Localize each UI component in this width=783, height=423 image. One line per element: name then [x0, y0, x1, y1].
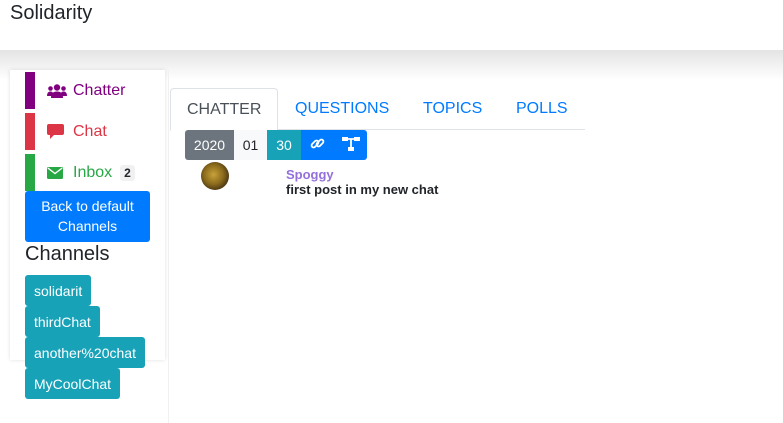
date-navigator: 2020 01 30: [185, 130, 367, 160]
envelope-icon: [47, 165, 67, 181]
nav-inbox-label: Inbox: [73, 163, 113, 181]
users-icon: [47, 83, 67, 99]
tab-questions[interactable]: QUESTIONS: [279, 88, 405, 130]
comment-icon: [47, 124, 67, 140]
channel-thirdchat[interactable]: thirdChat: [25, 306, 100, 337]
sitemap-icon: [341, 136, 360, 154]
date-day-button[interactable]: 30: [267, 130, 301, 160]
channels-heading: Channels: [25, 243, 110, 265]
back-to-default-channels-button[interactable]: Back to default Channels: [25, 191, 150, 242]
channel-solidarit[interactable]: solidarit: [25, 275, 92, 306]
nav-chat[interactable]: Chat: [25, 113, 155, 150]
app-title: Solidarity: [10, 2, 93, 24]
channel-another-chat[interactable]: another%20chat: [25, 337, 145, 368]
inbox-count-badge: 2: [120, 164, 135, 181]
tab-chatter[interactable]: CHATTER: [170, 88, 279, 131]
date-month-button[interactable]: 01: [234, 130, 267, 160]
nav-inbox[interactable]: Inbox 2: [25, 154, 155, 191]
channel-mycoolchat[interactable]: MyCoolChat: [25, 368, 121, 399]
tab-bar: CHATTER QUESTIONS TOPICS POLLS: [170, 88, 585, 131]
sidebar: Chatter Chat Inbox 2 Back to default Cha…: [10, 70, 165, 399]
post-text: first post in my new chat: [286, 182, 439, 197]
nav-chatter[interactable]: Chatter: [25, 72, 155, 109]
content-divider: [168, 70, 169, 423]
tab-polls[interactable]: POLLS: [500, 88, 584, 130]
top-bar: Solidarity: [0, 0, 783, 52]
tab-topics[interactable]: TOPICS: [407, 88, 498, 130]
link-icon: [310, 136, 325, 154]
author-avatar[interactable]: [201, 162, 229, 190]
nav-chat-label: Chat: [73, 122, 107, 140]
nav-chatter-label: Chatter: [73, 81, 126, 99]
tree-view-button[interactable]: [334, 130, 367, 160]
date-year-button[interactable]: 2020: [185, 130, 234, 160]
permalink-button[interactable]: [301, 130, 334, 160]
post-author[interactable]: Spoggy: [286, 167, 334, 182]
